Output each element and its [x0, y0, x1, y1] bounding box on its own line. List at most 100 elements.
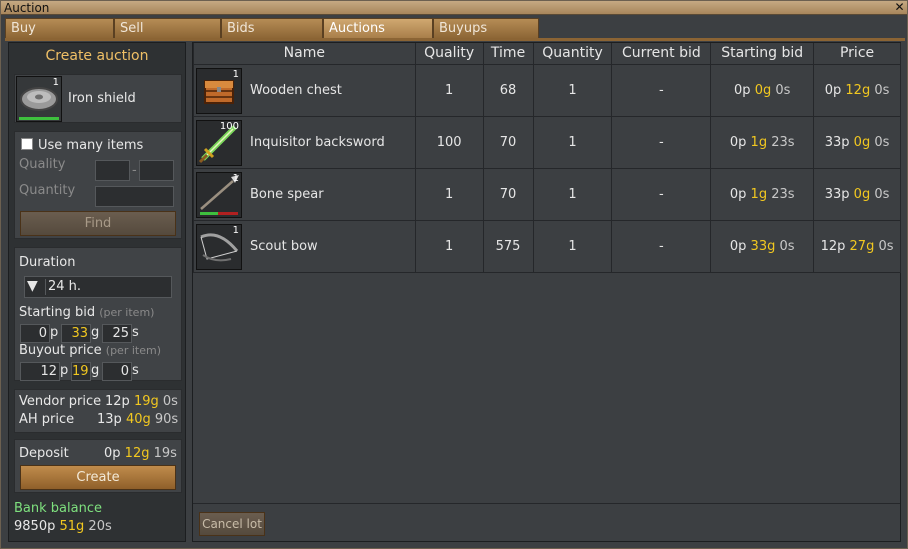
chest-icon: 1 [196, 67, 242, 114]
buyout-gold[interactable]: 19 [71, 362, 91, 381]
table-header-row: Name Quality Time Quantity Current bid S… [193, 43, 901, 65]
column-header-name[interactable]: Name [193, 43, 416, 65]
lot-count: 100 [219, 120, 239, 132]
selected-item-slot[interactable]: 1 Iron shield [14, 74, 182, 123]
lot-starting-bid: 0p 1g 23s [710, 167, 815, 221]
window-title: Auction [4, 1, 50, 15]
lot-name-cell: 100 Inquisitor backsword [193, 115, 416, 169]
lot-name: Bone spear [250, 186, 324, 202]
auctions-panel: Name Quality Time Quantity Current bid S… [192, 42, 901, 542]
lot-starting-bid: 0p 0g 0s [710, 63, 815, 117]
column-header-quality[interactable]: Quality [414, 43, 484, 65]
lot-time: 70 [482, 167, 534, 221]
lot-count: 1 [232, 68, 239, 80]
find-button[interactable]: Find [20, 211, 176, 236]
column-header-current-bid[interactable]: Current bid [611, 43, 712, 65]
create-button[interactable]: Create [20, 465, 176, 490]
duration-select[interactable]: ▼ 24 h. [24, 276, 172, 298]
lot-current-bid: - [611, 63, 712, 117]
lot-starting-bid: 0p 1g 23s [710, 115, 815, 169]
starting-bid-gold[interactable]: 33 [61, 324, 91, 343]
column-header-starting-bid[interactable]: Starting bid [710, 43, 815, 65]
lot-name: Scout bow [250, 238, 318, 254]
lot-price: 33p 0g 0s [813, 167, 901, 221]
lot-price: 33p 0g 0s [813, 115, 901, 169]
column-header-price[interactable]: Price [813, 43, 901, 65]
lot-time: 70 [482, 115, 534, 169]
auctions-footer: Cancel lot [193, 503, 900, 542]
unit-s: s [132, 325, 139, 340]
tab-buyups[interactable]: Buyups [433, 18, 539, 39]
lot-count: 1 [232, 224, 239, 236]
vendor-price-value: 12p 19g 0s [105, 394, 178, 409]
use-many-items-checkbox[interactable] [21, 138, 33, 150]
dropdown-arrow-icon: ▼ [27, 278, 38, 294]
starting-bid-platinum[interactable]: 0 [20, 324, 50, 343]
tab-buy[interactable]: Buy [5, 18, 114, 39]
quantity-field[interactable] [95, 186, 174, 207]
deposit-box: Deposit 0p 12g 19s Create [14, 439, 182, 493]
quality-min-field[interactable] [95, 160, 130, 181]
duration-label: Duration [19, 255, 76, 270]
quality-dash: - [132, 163, 137, 178]
lot-time: 68 [482, 63, 534, 117]
ah-price-label: AH price [19, 412, 75, 427]
tab-sell[interactable]: Sell [114, 18, 221, 39]
unit-g: g [91, 363, 100, 378]
lot-quantity: 1 [532, 167, 613, 221]
duration-value: 24 h. [48, 279, 82, 294]
item-count: 1 [52, 77, 59, 88]
lot-price: 0p 12g 0s [813, 63, 901, 117]
lot-quality: 1 [414, 167, 484, 221]
create-auction-panel: Create auction 1 Iron shield Use many it… [8, 42, 186, 542]
lot-name-cell: 1 Wooden chest [193, 63, 416, 117]
close-icon[interactable]: ✕ [893, 1, 906, 14]
column-header-quantity[interactable]: Quantity [532, 43, 613, 65]
quality-label: Quality [19, 157, 66, 172]
lot-current-bid: - [611, 167, 712, 221]
title-bar[interactable]: Auction ✕ [1, 1, 907, 15]
table-row[interactable]: 1 Wooden chest 1 68 1 - 0p 0g 0s 0p 12g … [193, 63, 901, 117]
buyout-silver[interactable]: 0 [102, 362, 132, 381]
auction-window: Auction ✕ Buy Sell Bids Auctions Buyups … [0, 0, 908, 549]
starting-bid-label: Starting bid (per item) [19, 305, 155, 320]
unit-p: p [60, 363, 69, 378]
lot-name: Inquisitor backsword [250, 134, 385, 150]
sword-icon: 100 [196, 119, 242, 166]
lot-name-cell: 1 Scout bow [193, 219, 416, 273]
unit-g: g [91, 325, 100, 340]
lot-time: 575 [482, 219, 534, 273]
lot-quality: 1 [414, 219, 484, 273]
tab-auctions[interactable]: Auctions [323, 18, 433, 39]
lot-quantity: 1 [532, 219, 613, 273]
tab-bar: Buy Sell Bids Auctions Buyups [5, 18, 905, 39]
cancel-lot-button[interactable]: Cancel lot [199, 512, 265, 536]
vendor-price-label: Vendor price [19, 394, 102, 409]
lot-quantity: 1 [532, 63, 613, 117]
lot-name: Wooden chest [250, 82, 342, 98]
lot-quality: 100 [414, 115, 484, 169]
table-row[interactable]: 100 Inquisitor backsword 100 70 1 - 0p 1… [193, 115, 901, 169]
table-row[interactable]: 1 Scout bow 1 575 1 - 0p 33g 0s 12p 27g … [193, 219, 901, 273]
pricing-box: Duration ▼ 24 h. Starting bid (per item)… [14, 247, 182, 381]
lot-current-bid: - [611, 219, 712, 273]
lot-price: 12p 27g 0s [813, 219, 901, 273]
lot-current-bid: - [611, 115, 712, 169]
tab-bids[interactable]: Bids [221, 18, 323, 39]
unit-s: s [132, 363, 139, 378]
deposit-label: Deposit [19, 446, 69, 461]
starting-bid-silver[interactable]: 25 [102, 324, 132, 343]
lot-starting-bid: 0p 33g 0s [710, 219, 815, 273]
item-filter-box: Use many items Quality - Quantity Find [14, 131, 182, 239]
bow-icon: 1 [196, 223, 242, 270]
tab-divider [5, 38, 905, 41]
quality-max-field[interactable] [139, 160, 174, 181]
lot-count: 1 [232, 172, 239, 184]
column-header-time[interactable]: Time [482, 43, 534, 65]
table-row[interactable]: 1 Bone spear 1 70 1 - 0p 1g 23s 33p 0g 0… [193, 167, 901, 221]
spear-icon: 1 [196, 171, 242, 218]
price-info-box: Vendor price 12p 19g 0s AH price 13p 40g… [14, 389, 182, 433]
ah-price-value: 13p 40g 90s [97, 412, 179, 427]
buyout-label: Buyout price (per item) [19, 343, 161, 358]
buyout-platinum[interactable]: 12 [20, 362, 60, 381]
